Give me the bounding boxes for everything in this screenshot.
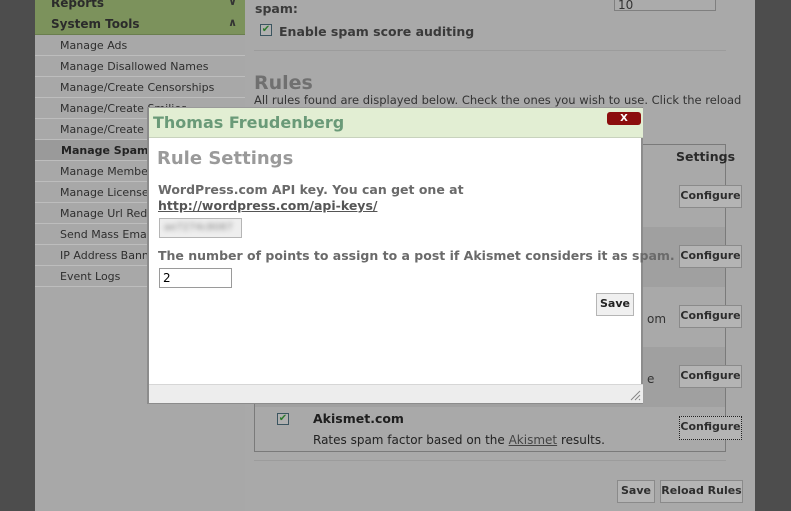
configure-button[interactable]: Configure — [679, 305, 742, 328]
dialog-heading: Rule Settings — [157, 148, 294, 169]
section-label: System Tools — [51, 17, 140, 31]
resize-grip-icon[interactable] — [629, 389, 641, 401]
dialog-title: Thomas Freudenberg — [149, 108, 643, 138]
configure-button[interactable]: Configure — [679, 365, 742, 388]
api-key-input[interactable]: ae7274c8087 — [159, 218, 242, 238]
spam-threshold-label: spam: — [255, 1, 298, 16]
auditing-label: Enable spam score auditing — [279, 24, 475, 39]
divider — [254, 460, 726, 461]
desc-text: Rates spam factor based on the — [313, 433, 509, 447]
api-key-label: WordPress.com API key. You can get one a… — [158, 182, 464, 197]
sidebar-section-reports[interactable]: Reports ∨ — [35, 0, 245, 14]
rule-desc-fragment: om — [647, 312, 667, 326]
akismet-rule-checkbox[interactable]: ✔ — [277, 413, 289, 425]
section-label: Reports — [51, 0, 105, 10]
configure-button[interactable]: Configure — [679, 185, 742, 208]
save-button[interactable]: Save — [617, 480, 655, 503]
akismet-link[interactable]: Akismet — [509, 433, 558, 447]
dialog-footer — [149, 384, 643, 403]
sidebar-section-system-tools[interactable]: System Tools ∧ — [35, 13, 245, 35]
rule-desc-fragment: e — [647, 372, 655, 386]
configure-button-akismet[interactable]: Configure — [679, 416, 742, 440]
rules-heading: Rules — [254, 72, 313, 94]
rule-settings-dialog: Thomas Freudenberg X Rule Settings WordP… — [147, 107, 675, 404]
rule-title: Akismet.com — [313, 411, 404, 426]
configure-button[interactable]: Configure — [679, 245, 742, 268]
auditing-checkbox[interactable]: ✔ — [260, 24, 272, 36]
sidebar-item-disallowed-names[interactable]: Manage Disallowed Names — [35, 56, 245, 77]
desc-text: results. — [557, 433, 605, 447]
rule-description: Rates spam factor based on the Akismet r… — [313, 433, 605, 447]
api-key-value: ae7274c8087 — [164, 222, 233, 233]
dialog-save-button[interactable]: Save — [596, 293, 634, 316]
points-label: The number of points to assign to a post… — [158, 248, 675, 263]
rule-row-akismet: ✔ Akismet.com Rates spam factor based on… — [255, 407, 725, 451]
reload-rules-button[interactable]: Reload Rules — [660, 480, 743, 503]
settings-column-header: Settings — [676, 149, 736, 164]
sidebar-item-manage-ads[interactable]: Manage Ads — [35, 35, 245, 56]
divider — [254, 50, 726, 51]
api-keys-link[interactable]: http://wordpress.com/api-keys/ — [158, 198, 377, 213]
points-input[interactable]: 2 — [159, 268, 232, 288]
close-button[interactable]: X — [607, 112, 641, 125]
chevron-up-icon: ∧ — [228, 16, 237, 29]
spam-threshold-input[interactable]: 10 — [614, 0, 716, 12]
rules-description: All rules found are displayed below. Che… — [254, 93, 742, 107]
chevron-down-icon: ∨ — [228, 0, 237, 8]
sidebar-item-censorships[interactable]: Manage/Create Censorships — [35, 77, 245, 98]
